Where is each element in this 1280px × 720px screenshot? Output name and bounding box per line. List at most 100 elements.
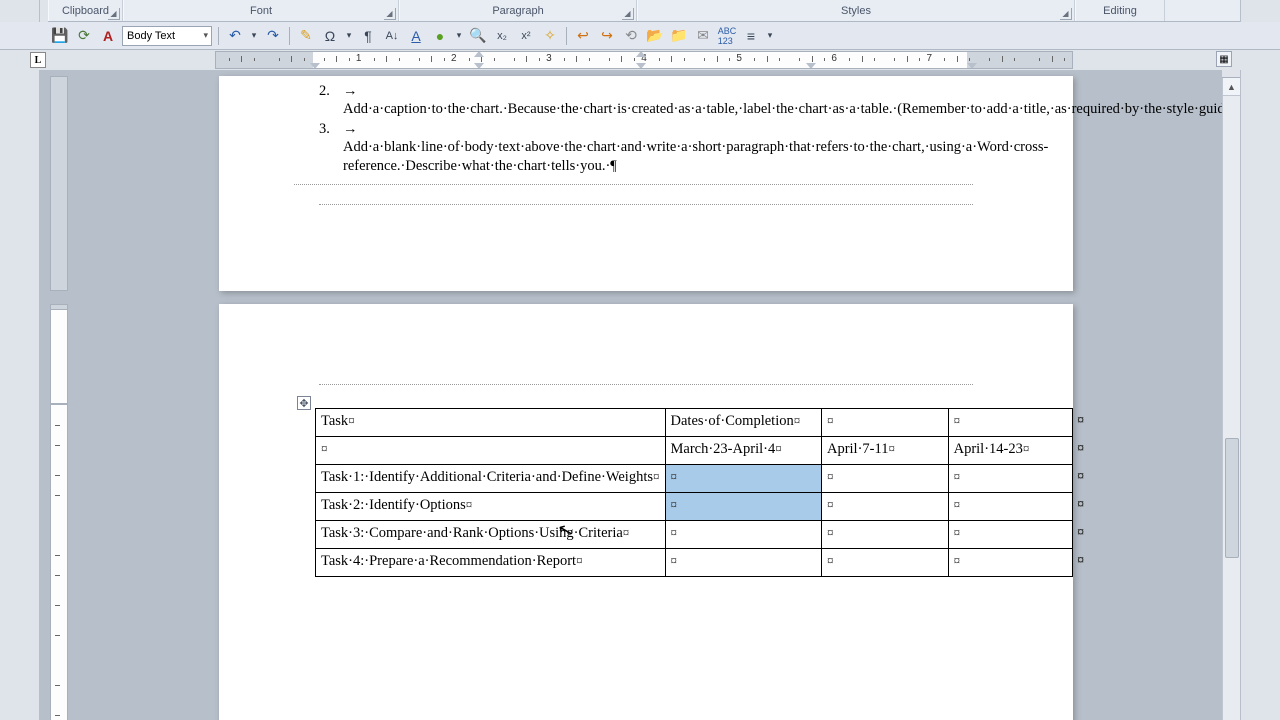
table-cell[interactable]: Task¤ xyxy=(316,409,666,437)
document-page[interactable]: ✥ Task¤Dates·of·Completion¤¤¤¤March·23-A… xyxy=(219,304,1073,720)
hanging-indent-marker[interactable] xyxy=(636,63,646,69)
ribbon-group-styles: Styles ◢ xyxy=(637,0,1075,21)
header-boundary xyxy=(319,384,973,385)
style-selector[interactable]: Body Text xyxy=(122,26,212,46)
folder-open-icon[interactable]: 📂 xyxy=(645,26,665,46)
cell-mark-icon: ¤ xyxy=(954,525,961,540)
horizontal-ruler[interactable]: 1234567 xyxy=(215,51,1073,69)
paragraph-mark-icon[interactable]: ¶ xyxy=(358,26,378,46)
table-cell[interactable]: ¤ xyxy=(948,409,1072,437)
row-end-mark-icon: ¤ xyxy=(1077,552,1084,567)
table-cell[interactable]: April·14-23¤ xyxy=(948,437,1072,465)
footer-boundary xyxy=(294,184,973,185)
cell-mark-icon: ¤ xyxy=(827,413,834,428)
column-marker[interactable] xyxy=(806,63,816,69)
new-comment-icon[interactable]: ✧ xyxy=(540,26,560,46)
table-row[interactable]: ¤March·23-April·4¤April·7-11¤April·14-23… xyxy=(316,437,1073,465)
first-line-indent-marker[interactable] xyxy=(474,51,484,57)
scroll-up-icon[interactable]: ▲ xyxy=(1223,78,1240,96)
clear-format-icon[interactable]: A xyxy=(406,26,426,46)
cell-mark-icon: ¤ xyxy=(827,525,834,540)
split-box[interactable] xyxy=(1222,70,1240,78)
symbol-icon[interactable]: Ω xyxy=(320,26,340,46)
table-cell[interactable]: ¤ xyxy=(948,465,1072,493)
right-indent-marker[interactable] xyxy=(967,63,977,69)
tab-selector[interactable]: L xyxy=(30,52,46,68)
link-forward-icon[interactable]: ↪ xyxy=(597,26,617,46)
table-cell[interactable]: ¤ xyxy=(821,465,948,493)
zoom-icon[interactable]: 🔍 xyxy=(468,26,488,46)
table-move-handle[interactable]: ✥ xyxy=(297,396,311,410)
repeat-icon[interactable]: ⟳ xyxy=(74,26,94,46)
table-cell[interactable]: Task·1:·Identify·Additional·Criteria·and… xyxy=(316,465,666,493)
undo-dropdown-icon[interactable]: ▾ xyxy=(249,26,259,46)
document-page[interactable]: 2. → Add·a·caption·to·the·chart.·Because… xyxy=(219,76,1073,291)
list-item: 3. → Add·a·blank·line·of·body·text·above… xyxy=(319,120,973,174)
line-spacing-icon[interactable]: ≡ xyxy=(741,26,761,46)
superscript-icon[interactable]: x² xyxy=(516,26,536,46)
font-color-icon[interactable]: A xyxy=(98,26,118,46)
save-icon[interactable]: 💾 xyxy=(50,26,70,46)
folder-icon[interactable]: 📁 xyxy=(669,26,689,46)
left-indent-marker[interactable] xyxy=(310,63,320,69)
table-cell[interactable]: Task·3:·Compare·and·Rank·Options·Using·C… xyxy=(316,521,666,549)
table-row[interactable]: Task·2:·Identify·Options¤¤¤¤ xyxy=(316,493,1073,521)
table-cell[interactable]: ¤ xyxy=(316,437,666,465)
table-cell[interactable]: April·7-11¤ xyxy=(821,437,948,465)
ribbon-group-label: Styles xyxy=(841,5,871,17)
list-text[interactable]: → Add·a·blank·line·of·body·text·above·th… xyxy=(343,120,1048,174)
ribbon-group-label: Editing xyxy=(1103,5,1137,17)
first-line-indent-marker[interactable] xyxy=(636,51,646,57)
table-cell[interactable]: ¤ xyxy=(821,493,948,521)
link-back-icon[interactable]: ↩ xyxy=(573,26,593,46)
sort-icon[interactable]: A↓ xyxy=(382,26,402,46)
scroll-thumb[interactable] xyxy=(1225,438,1239,558)
table-cell[interactable]: ¤ xyxy=(665,521,821,549)
table-cell[interactable]: ¤ xyxy=(665,465,821,493)
shading-icon[interactable]: ● xyxy=(430,26,450,46)
table-row[interactable]: Task·3:·Compare·and·Rank·Options·Using·C… xyxy=(316,521,1073,549)
symbol-dropdown-icon[interactable]: ▾ xyxy=(344,26,354,46)
table-cell[interactable]: Task·2:·Identify·Options¤ xyxy=(316,493,666,521)
dialog-launcher-icon[interactable]: ◢ xyxy=(622,8,634,20)
table-cell[interactable]: ¤ xyxy=(665,493,821,521)
table-row[interactable]: Task¤Dates·of·Completion¤ ¤ ¤ xyxy=(316,409,1073,437)
subscript-icon[interactable]: x₂ xyxy=(492,26,512,46)
envelope-icon[interactable]: ✉ xyxy=(693,26,713,46)
table-cell[interactable]: Task·4:·Prepare·a·Recommendation·Report¤ xyxy=(316,549,666,577)
view-ruler-toggle[interactable]: ▦ xyxy=(1216,51,1232,67)
cell-mark-icon: ¤ xyxy=(576,553,583,568)
more-dropdown-icon[interactable]: ▾ xyxy=(765,26,775,46)
table-row[interactable]: Task·4:·Prepare·a·Recommendation·Report¤… xyxy=(316,549,1073,577)
table-cell[interactable]: ¤ xyxy=(948,493,1072,521)
table-cell[interactable]: ¤ xyxy=(821,549,948,577)
dialog-launcher-icon[interactable]: ◢ xyxy=(108,8,120,20)
vertical-ruler[interactable] xyxy=(50,304,68,404)
vertical-ruler[interactable] xyxy=(50,404,68,720)
redo-icon[interactable]: ↷ xyxy=(263,26,283,46)
table-cell[interactable]: ¤ xyxy=(948,549,1072,577)
hanging-indent-marker[interactable] xyxy=(474,63,484,69)
table-cell[interactable]: ¤ xyxy=(948,521,1072,549)
schedule-table[interactable]: Task¤Dates·of·Completion¤¤¤¤March·23-Apr… xyxy=(315,408,1073,577)
dialog-launcher-icon[interactable]: ◢ xyxy=(384,8,396,20)
word-count-icon[interactable]: ABC123 xyxy=(717,26,737,46)
shading-dropdown-icon[interactable]: ▾ xyxy=(454,26,464,46)
table-cell[interactable]: ¤ xyxy=(821,409,948,437)
list-text[interactable]: → Add·a·caption·to·the·chart.·Because·th… xyxy=(343,82,1240,118)
dialog-launcher-icon[interactable]: ◢ xyxy=(1060,8,1072,20)
cell-mark-icon: ¤ xyxy=(827,553,834,568)
highlight-icon[interactable]: ✎ xyxy=(296,26,316,46)
table-container: ✥ Task¤Dates·of·Completion¤¤¤¤March·23-A… xyxy=(315,408,1073,577)
refresh-icon[interactable]: ⟲ xyxy=(621,26,641,46)
ruler-row: L 1234567 ▦ xyxy=(0,50,1280,70)
vertical-ruler[interactable] xyxy=(50,76,68,291)
table-row[interactable]: Task·1:·Identify·Additional·Criteria·and… xyxy=(316,465,1073,493)
table-cell[interactable]: ¤ xyxy=(665,549,821,577)
vertical-scrollbar[interactable]: ▲ xyxy=(1222,78,1240,720)
table-cell[interactable]: March·23-April·4¤ xyxy=(665,437,821,465)
table-cell[interactable]: Dates·of·Completion¤ xyxy=(665,409,821,437)
table-cell[interactable]: ¤ xyxy=(821,521,948,549)
undo-icon[interactable]: ↶ xyxy=(225,26,245,46)
window-right-strip xyxy=(1240,0,1280,720)
